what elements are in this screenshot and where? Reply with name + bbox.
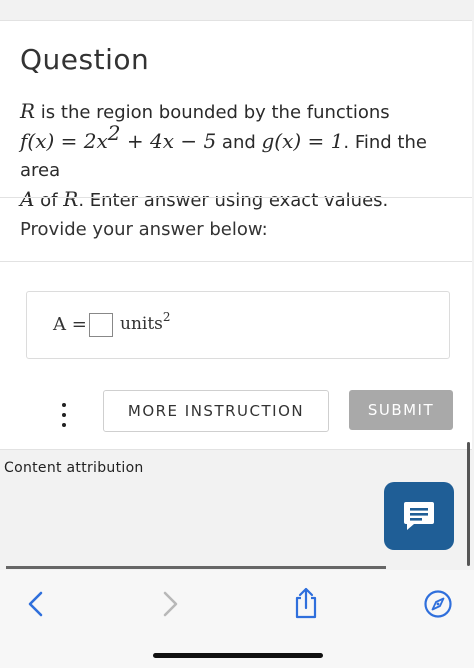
function-f-lhs: f(x) = 2x <box>20 129 108 153</box>
scrollbar[interactable] <box>467 442 470 566</box>
question-line-3-rest: . Enter answer using exact values. <box>78 190 389 211</box>
var-r: R <box>20 99 36 123</box>
divider-bottom <box>0 261 472 262</box>
question-title: Question <box>20 43 150 76</box>
answer-label: A = <box>53 314 87 335</box>
chevron-right-icon[interactable] <box>158 590 182 618</box>
answer-unit: units2 <box>120 311 171 334</box>
chevron-left-icon[interactable] <box>24 590 48 618</box>
chat-icon <box>404 502 434 530</box>
question-card: Question R is the region bounded by the … <box>0 20 472 450</box>
function-f: f(x) = 2x2 + 4x − 5 <box>20 123 217 153</box>
share-icon[interactable] <box>292 586 320 620</box>
function-f-exponent: 2 <box>107 121 121 145</box>
answer-unit-exponent: 2 <box>162 310 171 324</box>
question-line-1: R is the region bounded by the functions <box>20 97 460 127</box>
answer-unit-text: units <box>120 314 163 334</box>
function-g: g(x) = 1 <box>261 129 344 153</box>
content-attribution-link[interactable]: Content attribution <box>4 460 144 476</box>
home-indicator <box>153 653 323 658</box>
more-vertical-icon[interactable] <box>58 403 70 427</box>
question-line-1-text: is the region bounded by the functions <box>35 102 390 123</box>
var-r-2: R <box>63 187 79 211</box>
question-line-3: A of R. Enter answer using exact values. <box>20 185 460 215</box>
loading-progress-bar <box>6 566 386 569</box>
and-text: and <box>216 132 262 153</box>
submit-button[interactable]: SUBMIT <box>349 390 453 430</box>
compass-icon[interactable] <box>423 589 453 619</box>
more-instruction-button[interactable]: MORE INSTRUCTION <box>103 390 329 432</box>
function-f-rhs: + 4x − 5 <box>120 129 217 153</box>
divider-top <box>0 197 472 198</box>
of-text: of <box>34 190 64 211</box>
answer-box: A = units2 <box>26 291 450 359</box>
answer-prompt: Provide your answer below: <box>20 219 268 240</box>
chat-button[interactable] <box>384 482 454 550</box>
question-line-2: f(x) = 2x2 + 4x − 5 and g(x) = 1. Find t… <box>20 123 460 185</box>
var-a: A <box>20 187 35 211</box>
answer-input[interactable] <box>89 313 113 337</box>
